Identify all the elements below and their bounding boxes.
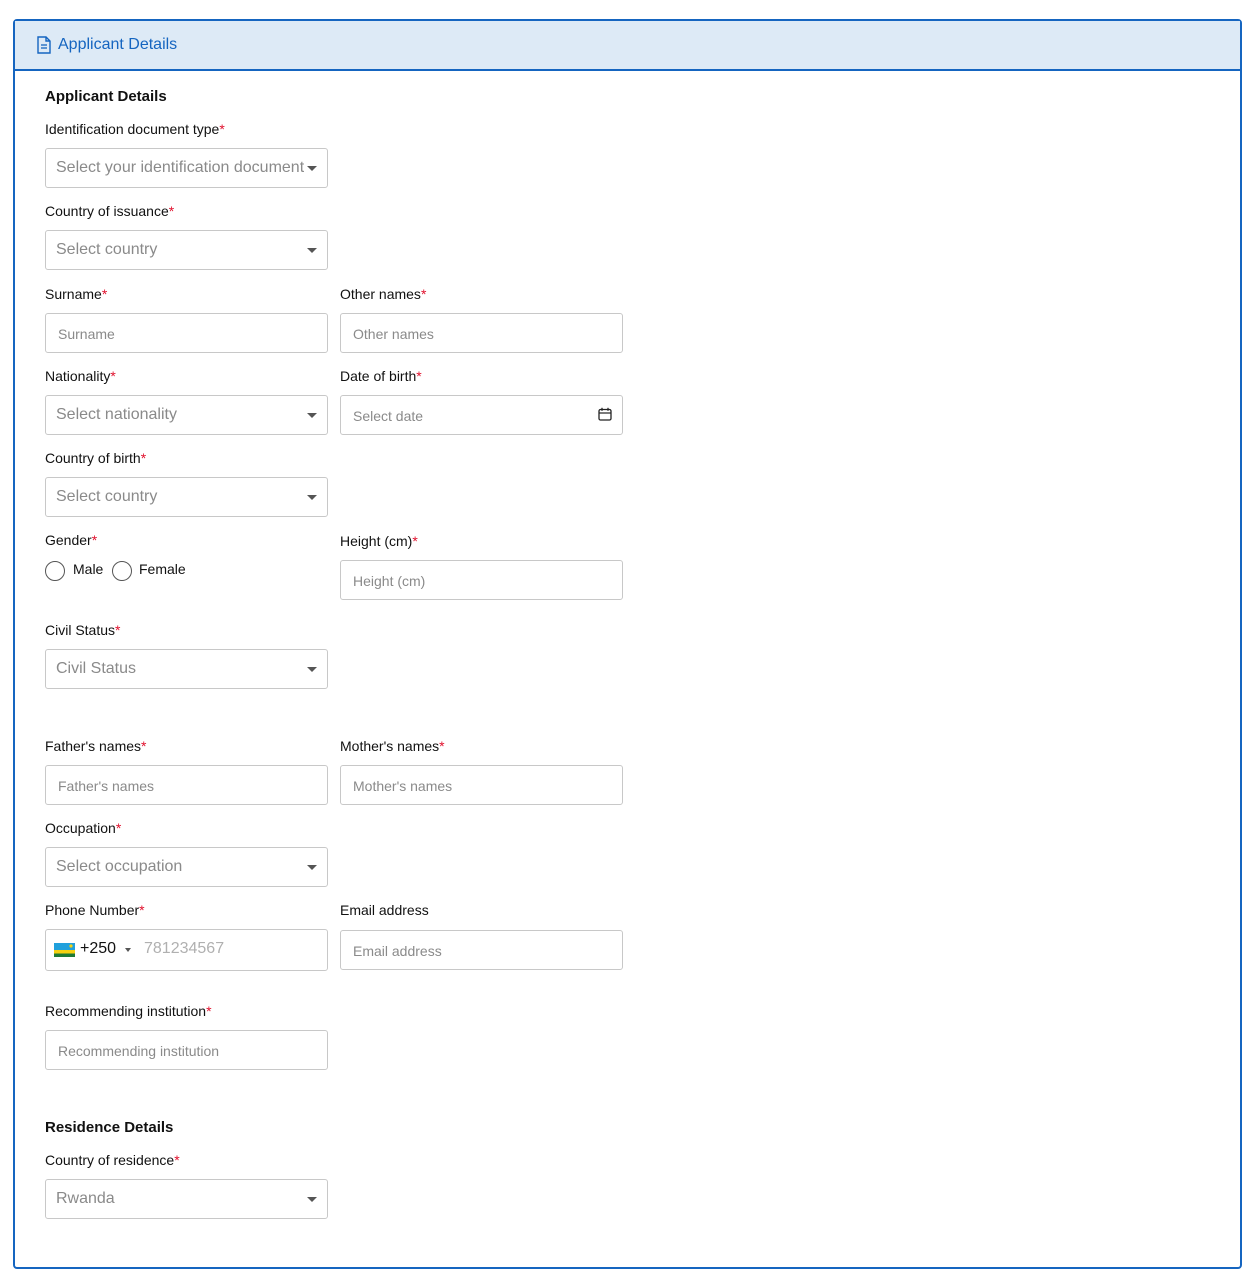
- recommending-input[interactable]: Recommending institution: [45, 1030, 328, 1070]
- gender-label: Gender*: [45, 532, 98, 548]
- gender-male-label[interactable]: Male: [73, 561, 103, 577]
- phone-placeholder: 781234567: [144, 940, 225, 957]
- gender-male-radio[interactable]: [45, 561, 65, 581]
- gender-female-label[interactable]: Female: [139, 561, 186, 577]
- chevron-down-icon: [307, 865, 317, 870]
- nationality-placeholder: Select nationality: [56, 406, 177, 423]
- civil-status-label: Civil Status*: [45, 622, 121, 638]
- civil-status-select[interactable]: Civil Status: [45, 649, 328, 689]
- nationality-select[interactable]: Select nationality: [45, 395, 328, 435]
- dob-placeholder: Select date: [353, 408, 424, 424]
- height-label: Height (cm)*: [340, 533, 418, 549]
- other-names-label: Other names*: [340, 286, 427, 302]
- country-issuance-select[interactable]: Select country: [45, 230, 328, 270]
- gender-female-radio[interactable]: [112, 561, 132, 581]
- surname-placeholder: Surname: [58, 326, 115, 342]
- email-input[interactable]: Email address: [340, 930, 623, 970]
- recommending-placeholder: Recommending institution: [58, 1043, 220, 1059]
- other-names-placeholder: Other names: [353, 326, 434, 342]
- height-placeholder: Height (cm): [353, 573, 426, 589]
- nationality-label: Nationality*: [45, 368, 116, 384]
- chevron-down-icon: [307, 248, 317, 253]
- country-residence-select[interactable]: Rwanda: [45, 1179, 328, 1219]
- country-birth-label: Country of birth*: [45, 450, 147, 466]
- occupation-placeholder: Select occupation: [56, 858, 183, 875]
- panel-title: Applicant Details: [58, 36, 178, 53]
- applicant-details-panel: Applicant Details: [13, 19, 1242, 1269]
- chevron-down-icon: [307, 495, 317, 500]
- country-issuance-label: Country of issuance*: [45, 203, 175, 219]
- father-names-placeholder: Father's names: [58, 778, 155, 794]
- country-residence-label: Country of residence*: [45, 1152, 180, 1168]
- chevron-down-icon: [307, 1197, 317, 1202]
- dob-input[interactable]: Select date: [340, 395, 623, 435]
- recommending-label: Recommending institution*: [45, 1003, 212, 1019]
- mother-names-placeholder: Mother's names: [353, 778, 453, 794]
- mother-names-label: Mother's names*: [340, 738, 445, 754]
- dob-label: Date of birth*: [340, 368, 422, 384]
- calendar-icon[interactable]: [598, 407, 612, 421]
- rwanda-flag-icon[interactable]: [54, 943, 75, 957]
- civil-status-placeholder: Civil Status: [56, 660, 137, 677]
- id-type-select[interactable]: Select your identification document: [45, 148, 328, 188]
- applicant-section-title: Applicant Details: [45, 88, 167, 105]
- country-residence-value: Rwanda: [56, 1190, 115, 1207]
- surname-input[interactable]: Surname: [45, 313, 328, 353]
- chevron-down-icon: [307, 166, 317, 171]
- panel-header[interactable]: Applicant Details: [15, 21, 1240, 71]
- surname-label: Surname*: [45, 286, 108, 302]
- occupation-select[interactable]: Select occupation: [45, 847, 328, 887]
- father-names-input[interactable]: Father's names: [45, 765, 328, 805]
- chevron-down-icon[interactable]: [125, 948, 131, 952]
- country-birth-placeholder: Select country: [56, 488, 158, 505]
- document-icon: [37, 36, 51, 54]
- country-code[interactable]: +250: [80, 940, 116, 958]
- height-input[interactable]: Height (cm): [340, 560, 623, 600]
- email-placeholder: Email address: [353, 943, 442, 959]
- occupation-label: Occupation*: [45, 820, 122, 836]
- other-names-input[interactable]: Other names: [340, 313, 623, 353]
- id-type-placeholder: Select your identification document: [56, 159, 304, 176]
- phone-input[interactable]: +250 781234567: [45, 929, 328, 971]
- father-names-label: Father's names*: [45, 738, 147, 754]
- chevron-down-icon: [307, 667, 317, 672]
- mother-names-input[interactable]: Mother's names: [340, 765, 623, 805]
- country-issuance-placeholder: Select country: [56, 241, 158, 258]
- id-type-label: Identification document type*: [45, 121, 225, 137]
- residence-section-title: Residence Details: [45, 1119, 174, 1136]
- country-birth-select[interactable]: Select country: [45, 477, 328, 517]
- email-label: Email address: [340, 902, 429, 918]
- phone-label: Phone Number*: [45, 902, 145, 918]
- chevron-down-icon: [307, 413, 317, 418]
